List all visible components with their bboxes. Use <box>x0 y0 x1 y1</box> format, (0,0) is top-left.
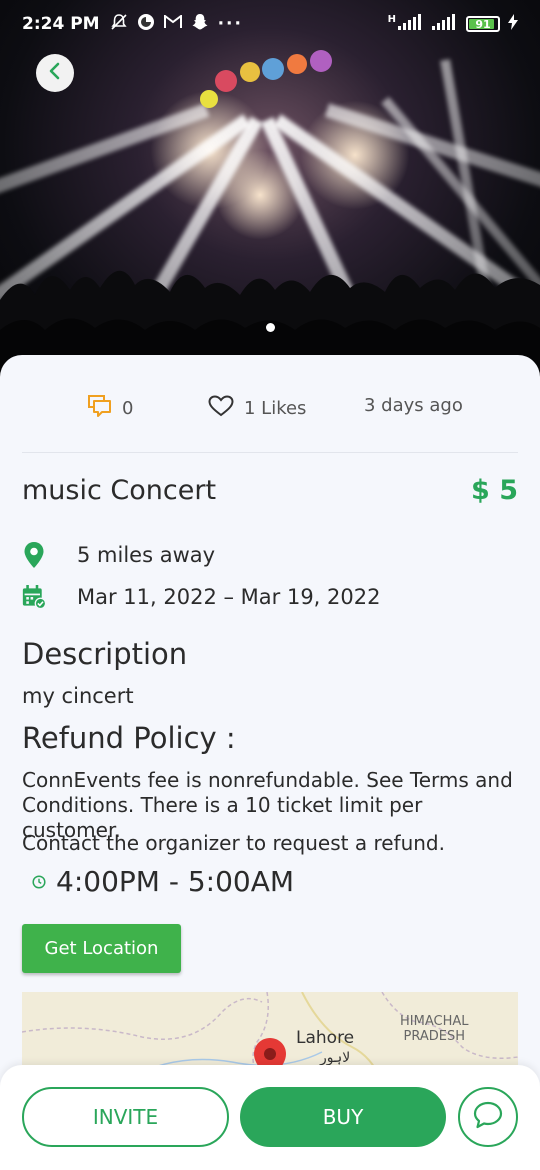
map-region-line-2: PRADESH <box>403 1029 465 1044</box>
more-icon: ··· <box>217 14 243 34</box>
divider <box>22 452 518 453</box>
snapchat-icon <box>191 13 209 36</box>
refund-contact-text: Contact the organizer to request a refun… <box>22 831 445 855</box>
event-stats: 0 1 Likes 3 days ago <box>0 395 540 425</box>
date-range-text: Mar 11, 2022 – Mar 19, 2022 <box>77 585 381 609</box>
comments-stat[interactable]: 0 <box>88 395 133 422</box>
refund-policy-heading: Refund Policy : <box>22 721 236 755</box>
gmail-icon <box>163 14 182 34</box>
comments-count: 0 <box>122 398 134 419</box>
charging-icon <box>508 13 518 35</box>
status-time: 2:24 PM <box>22 14 100 34</box>
event-time-row: 4:00PM - 5:00AM <box>32 865 294 898</box>
chat-bubble-icon <box>473 1101 503 1133</box>
back-button[interactable] <box>36 54 74 92</box>
likes-count: 1 Likes <box>244 398 307 419</box>
description-text: my cincert <box>22 684 134 708</box>
distance-row: 5 miles away <box>22 541 215 569</box>
network-type: H <box>387 13 396 25</box>
map-city-label: Lahore <box>296 1028 355 1048</box>
description-heading: Description <box>22 637 188 671</box>
posted-time-text: 3 days ago <box>364 395 463 416</box>
bell-off-icon <box>110 13 128 36</box>
battery-icon: 91 <box>466 16 500 32</box>
signal-icon <box>398 13 424 35</box>
clock-icon <box>32 874 46 889</box>
event-time-text: 4:00PM - 5:00AM <box>56 865 295 898</box>
posted-time: 3 days ago <box>364 395 463 416</box>
app-notification-icon <box>137 13 155 36</box>
carousel-indicator[interactable] <box>266 323 275 332</box>
map-region-label: HIMACHAL PRADESH <box>400 1014 468 1044</box>
bottom-action-bar: INVITE BUY <box>0 1065 540 1170</box>
buy-button[interactable]: BUY <box>240 1087 446 1147</box>
location-pin-icon <box>22 541 46 569</box>
event-details-card: 0 1 Likes 3 days ago music Concert $ 5 5… <box>0 355 540 1170</box>
chat-button[interactable] <box>458 1087 518 1147</box>
heart-icon <box>208 395 234 422</box>
map-region-line-1: HIMACHAL <box>400 1014 469 1029</box>
signal-icon-2 <box>432 13 458 35</box>
status-bar: 2:24 PM ··· H 91 <box>0 0 540 48</box>
comment-icon <box>88 395 112 422</box>
calendar-check-icon <box>22 583 46 611</box>
event-title: music Concert <box>22 475 217 506</box>
get-location-button[interactable]: Get Location <box>22 924 181 973</box>
chevron-left-icon <box>47 62 63 84</box>
invite-button[interactable]: INVITE <box>22 1087 229 1147</box>
map-city-local-label: لاہور <box>320 1050 351 1066</box>
date-row: Mar 11, 2022 – Mar 19, 2022 <box>22 583 380 611</box>
battery-level: 91 <box>475 17 491 31</box>
likes-stat[interactable]: 1 Likes <box>208 395 306 422</box>
distance-text: 5 miles away <box>77 543 216 567</box>
event-price: $ 5 <box>471 475 518 506</box>
